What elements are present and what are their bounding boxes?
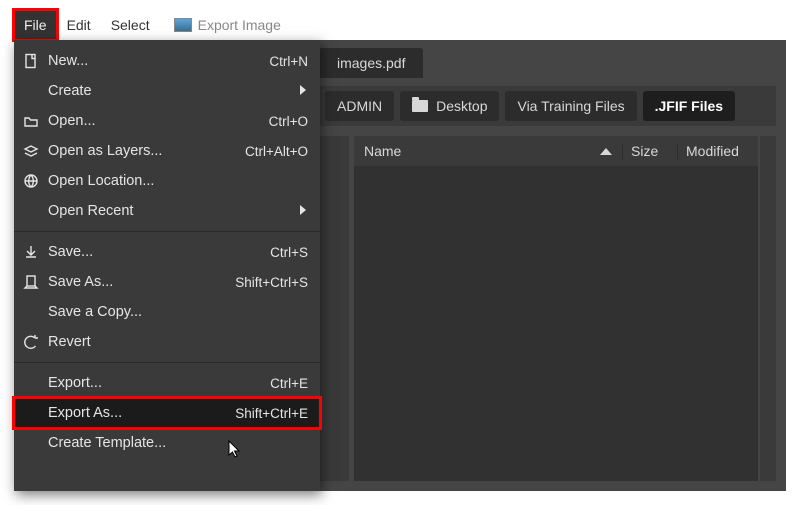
column-size[interactable]: Size — [623, 143, 678, 159]
file-menu-dropdown: New... Ctrl+N Create Open... Ctrl+O Open… — [14, 40, 320, 491]
menu-item-save-as[interactable]: Save As... Shift+Ctrl+S — [14, 267, 320, 297]
crumb-label: ADMIN — [337, 91, 382, 121]
menu-item-save-copy[interactable]: Save a Copy... — [14, 297, 320, 327]
crumb-admin[interactable]: ADMIN — [325, 91, 394, 121]
open-folder-icon — [14, 113, 48, 129]
menu-item-create-template[interactable]: Create Template... — [14, 428, 320, 458]
mi-shortcut: Ctrl+S — [226, 245, 320, 260]
menu-item-export-as[interactable]: Export As... Shift+Ctrl+E — [14, 398, 320, 428]
revert-icon — [14, 334, 48, 350]
menu-item-open-location[interactable]: Open Location... — [14, 166, 320, 196]
mi-shortcut: Ctrl+N — [226, 54, 320, 69]
layers-icon — [14, 143, 48, 159]
menu-select[interactable]: Select — [101, 10, 160, 40]
chevron-right-icon — [300, 205, 306, 215]
left-panel-strip — [319, 136, 349, 481]
mi-shortcut: Ctrl+O — [226, 114, 320, 129]
menu-item-export[interactable]: Export... Ctrl+E — [14, 368, 320, 398]
mi-label: Save... — [48, 244, 226, 260]
mi-label: Save As... — [48, 274, 226, 290]
crumb-label: Via Training Files — [517, 91, 624, 121]
mi-label: New... — [48, 53, 226, 69]
new-file-icon — [14, 53, 48, 69]
mi-shortcut: Shift+Ctrl+S — [226, 275, 320, 290]
crumb-label: .JFIF Files — [655, 91, 723, 121]
folder-icon — [412, 100, 428, 112]
menu-separator — [14, 362, 320, 363]
menu-file[interactable]: File — [14, 10, 57, 40]
mi-label: Revert — [48, 334, 226, 350]
mi-label: Open Recent — [48, 203, 226, 219]
column-modified[interactable]: Modified — [678, 143, 758, 159]
sort-ascending-icon — [600, 148, 612, 155]
mi-label: Open... — [48, 113, 226, 129]
mi-label: Save a Copy... — [48, 304, 226, 320]
mi-label: Open as Layers... — [48, 143, 226, 159]
menu-item-save[interactable]: Save... Ctrl+S — [14, 237, 320, 267]
menu-item-create[interactable]: Create — [14, 76, 320, 106]
column-name-label: Name — [364, 143, 401, 159]
menu-item-open-recent[interactable]: Open Recent — [14, 196, 320, 226]
mi-label: Export... — [48, 375, 226, 391]
mi-label: Create Template... — [48, 435, 226, 451]
file-list-header: Name Size Modified — [354, 136, 758, 166]
save-icon — [14, 244, 48, 260]
file-list-body — [354, 166, 758, 481]
mi-label: Open Location... — [48, 173, 226, 189]
save-as-icon — [14, 274, 48, 290]
crumb-label: Desktop — [436, 91, 487, 121]
crumb-desktop[interactable]: Desktop — [400, 91, 499, 121]
globe-icon — [14, 173, 48, 189]
document-tab[interactable]: images.pdf — [319, 48, 423, 78]
mi-shortcut: Ctrl+Alt+O — [226, 144, 320, 159]
mi-shortcut: Shift+Ctrl+E — [226, 406, 320, 421]
menu-edit[interactable]: Edit — [57, 10, 101, 40]
title-text: Export Image — [198, 17, 281, 33]
menu-separator — [14, 231, 320, 232]
chevron-right-icon — [300, 85, 306, 95]
crumb-via-training[interactable]: Via Training Files — [505, 91, 636, 121]
column-name[interactable]: Name — [354, 143, 623, 159]
app-window: File Edit Select Export Image images.pdf… — [0, 0, 800, 505]
crumb-jfif-files[interactable]: .JFIF Files — [643, 91, 735, 121]
menu-item-open-as-layers[interactable]: Open as Layers... Ctrl+Alt+O — [14, 136, 320, 166]
workspace: images.pdf ADMIN Desktop Via Training Fi… — [14, 40, 786, 491]
menubar: File Edit Select Export Image — [14, 10, 786, 40]
menu-item-new[interactable]: New... Ctrl+N — [14, 46, 320, 76]
mi-shortcut: Ctrl+E — [226, 376, 320, 391]
mi-label: Export As... — [48, 405, 226, 421]
scrollbar-track[interactable] — [760, 136, 776, 481]
menu-item-revert[interactable]: Revert — [14, 327, 320, 357]
breadcrumb-bar: ADMIN Desktop Via Training Files .JFIF F… — [319, 86, 776, 126]
menu-item-open[interactable]: Open... Ctrl+O — [14, 106, 320, 136]
mi-label: Create — [48, 83, 226, 99]
title-image-icon — [174, 18, 192, 32]
